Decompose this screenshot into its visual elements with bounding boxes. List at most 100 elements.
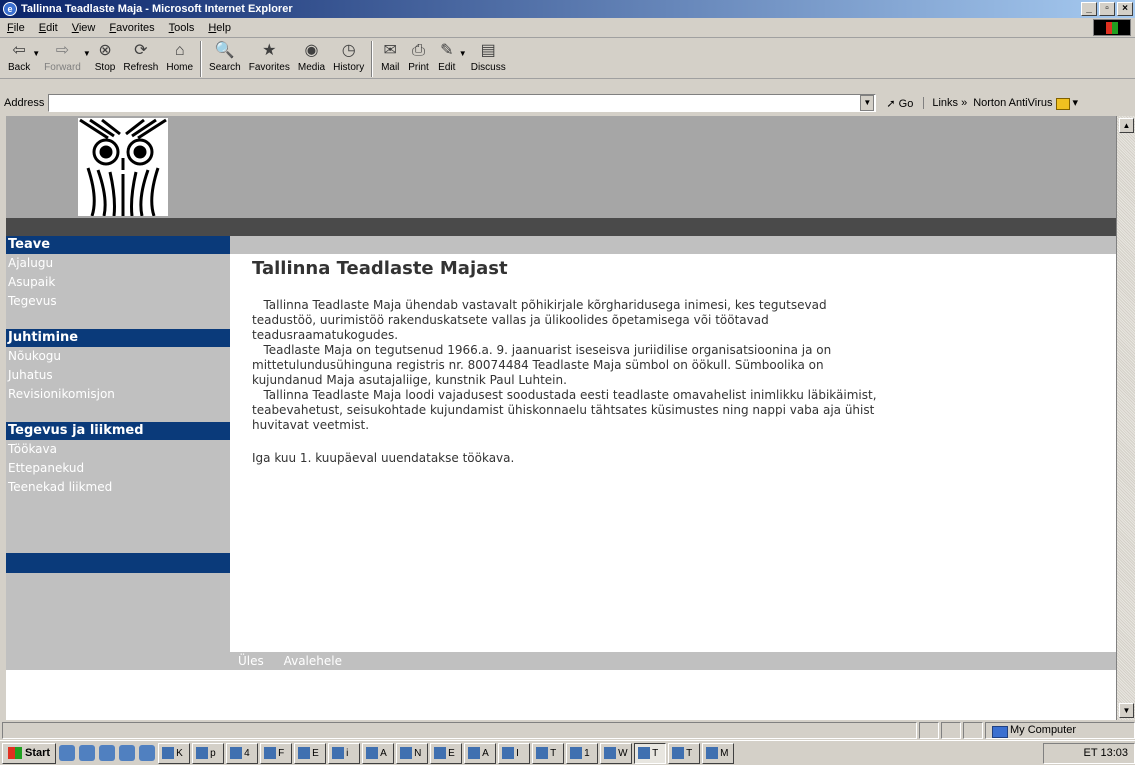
quick-launch-icon[interactable] [139, 745, 156, 761]
nav-item-ettepanekud[interactable]: Ettepanekud [6, 459, 230, 478]
menu-file[interactable]: File [0, 22, 32, 34]
refresh-icon: ⟳ [134, 42, 148, 59]
menu-bar: File Edit View Favorites Tools Help [0, 18, 1135, 38]
quick-launch-icon[interactable] [119, 745, 136, 761]
taskbar-button[interactable]: 1 [566, 742, 599, 764]
discuss-button[interactable]: ▤ Discuss [467, 39, 510, 79]
status-cell [963, 722, 983, 739]
nav-item-asupaik[interactable]: Asupaik [6, 273, 230, 292]
nav-section-tegevus-ja-liikmed: Tegevus ja liikmed [6, 422, 230, 440]
main-content: Tallinna Teadlaste Majast Tallinna Teadl… [230, 254, 1116, 648]
back-button[interactable]: ⇦ Back [4, 39, 34, 79]
intro-paragraph: Tallinna Teadlaste Maja ühendab vastaval… [252, 298, 877, 432]
norton-antivirus-button[interactable]: Norton AntiVirus ▾ [973, 96, 1078, 110]
toolbar-separator [371, 41, 374, 77]
taskbar-button[interactable]: E [430, 742, 463, 764]
home-button[interactable]: ⌂ Home [162, 39, 197, 79]
menu-help[interactable]: Help [201, 22, 238, 34]
mail-icon: ✉ [383, 42, 397, 59]
taskbar-button[interactable]: i [328, 742, 361, 764]
start-button[interactable]: Start [2, 742, 57, 764]
status-text [2, 722, 917, 739]
discuss-icon: ▤ [480, 42, 496, 59]
footer-link-up[interactable]: Üles [238, 654, 264, 668]
taskbar-button[interactable]: E [294, 742, 327, 764]
taskbar-button[interactable]: I [498, 742, 531, 764]
links-button[interactable]: Links » [923, 97, 967, 109]
maximize-button[interactable]: ▫ [1099, 2, 1115, 16]
minimize-button[interactable]: _ [1081, 2, 1097, 16]
language-indicator[interactable]: ET [1084, 747, 1098, 759]
update-note: Iga kuu 1. kuupäeval uuendatakse töökava… [252, 451, 515, 465]
media-button[interactable]: ◉ Media [294, 39, 329, 79]
nav-item-tookava[interactable]: Töökava [6, 440, 230, 459]
windows-flag-icon [8, 747, 22, 759]
edit-button[interactable]: ✎ Edit [433, 39, 461, 79]
scroll-down-icon[interactable]: ▼ [1119, 703, 1134, 718]
nav-item-noukogu[interactable]: Nõukogu [6, 347, 230, 366]
media-icon: ◉ [304, 42, 319, 59]
address-input[interactable] [48, 94, 877, 112]
close-button[interactable]: × [1117, 2, 1133, 16]
quick-launch-icon[interactable] [99, 745, 116, 761]
taskbar-button[interactable]: K [158, 742, 191, 764]
back-dropdown-icon[interactable]: ▼ [32, 49, 40, 58]
taskbar-button[interactable]: A [464, 742, 497, 764]
nav-item-teenekad-liikmed[interactable]: Teenekad liikmed [6, 478, 230, 497]
favorites-button[interactable]: ★ Favorites [245, 39, 294, 79]
nav-item-ajalugu[interactable]: Ajalugu [6, 254, 230, 273]
footer-link-home[interactable]: Avalehele [284, 654, 342, 668]
page-footer: Üles Avalehele [230, 652, 1116, 670]
print-button[interactable]: ⎙ Print [404, 39, 433, 79]
taskbar-button[interactable]: W [600, 742, 633, 764]
history-button[interactable]: ◷ History [329, 39, 368, 79]
taskbar-button[interactable]: N [396, 742, 429, 764]
menu-tools[interactable]: Tools [162, 22, 202, 34]
taskbar-button[interactable]: A [362, 742, 395, 764]
status-bar: My Computer [0, 721, 1135, 740]
vertical-scrollbar[interactable]: ▲ ▼ [1116, 116, 1135, 720]
nav-section-juhtimine: Juhtimine [6, 329, 230, 347]
search-button[interactable]: 🔍 Search [205, 39, 245, 79]
sidebar-nav: Teave Ajalugu Asupaik Tegevus Juhtimine … [6, 236, 230, 670]
status-cell [941, 722, 961, 739]
taskbar-button-active[interactable]: T [634, 742, 667, 764]
address-dropdown-icon[interactable]: ▼ [860, 95, 875, 111]
stop-icon: ⊗ [98, 42, 112, 59]
menu-view[interactable]: View [65, 22, 103, 34]
taskbar-button[interactable]: T [668, 742, 701, 764]
history-icon: ◷ [341, 42, 356, 59]
page-bottom-area [6, 670, 1116, 720]
taskbar-button[interactable]: 4 [226, 742, 259, 764]
system-tray: ET 13:03 [1042, 742, 1135, 764]
page-viewport: Teave Ajalugu Asupaik Tegevus Juhtimine … [6, 116, 1116, 720]
forward-button[interactable]: ⇨ Forward [40, 39, 85, 79]
standard-toolbar: ⇦ Back ▼ ⇨ Forward ▼ ⊗ Stop ⟳ Refresh ⌂ Home … [0, 39, 1135, 79]
menu-favorites[interactable]: Favorites [102, 22, 161, 34]
mail-button[interactable]: ✉ Mail [376, 39, 404, 79]
forward-arrow-icon: ⇨ [55, 42, 70, 59]
taskbar-button[interactable]: F [260, 742, 293, 764]
nav-section-teave: Teave [6, 236, 230, 254]
address-bar: Address ▼ ➚ Go Links » Norton AntiVirus … [0, 92, 1135, 114]
go-button[interactable]: ➚ Go [886, 97, 913, 110]
clock[interactable]: 13:03 [1100, 747, 1128, 759]
edit-icon: ✎ [440, 42, 454, 59]
address-label: Address [4, 97, 45, 109]
nav-item-tegevus[interactable]: Tegevus [6, 292, 230, 311]
nav-item-juhatus[interactable]: Juhatus [6, 366, 230, 385]
stop-button[interactable]: ⊗ Stop [91, 39, 120, 79]
refresh-button[interactable]: ⟳ Refresh [119, 39, 162, 79]
forward-dropdown-icon[interactable]: ▼ [83, 49, 91, 58]
taskbar-button[interactable]: M [702, 742, 735, 764]
edit-dropdown-icon[interactable]: ▼ [459, 49, 467, 58]
status-cell [919, 722, 939, 739]
taskbar-button[interactable]: T [532, 742, 565, 764]
taskbar-button[interactable]: p [192, 742, 225, 764]
taskbar: Start K p 4 F E i A N E A I T 1 W T T M … [0, 740, 1135, 765]
quick-launch-ie-icon[interactable] [59, 745, 76, 761]
menu-edit[interactable]: Edit [32, 22, 65, 34]
scroll-up-icon[interactable]: ▲ [1119, 118, 1134, 133]
quick-launch-icon[interactable] [79, 745, 96, 761]
nav-item-revisionikomisjon[interactable]: Revisionikomisjon [6, 385, 230, 404]
